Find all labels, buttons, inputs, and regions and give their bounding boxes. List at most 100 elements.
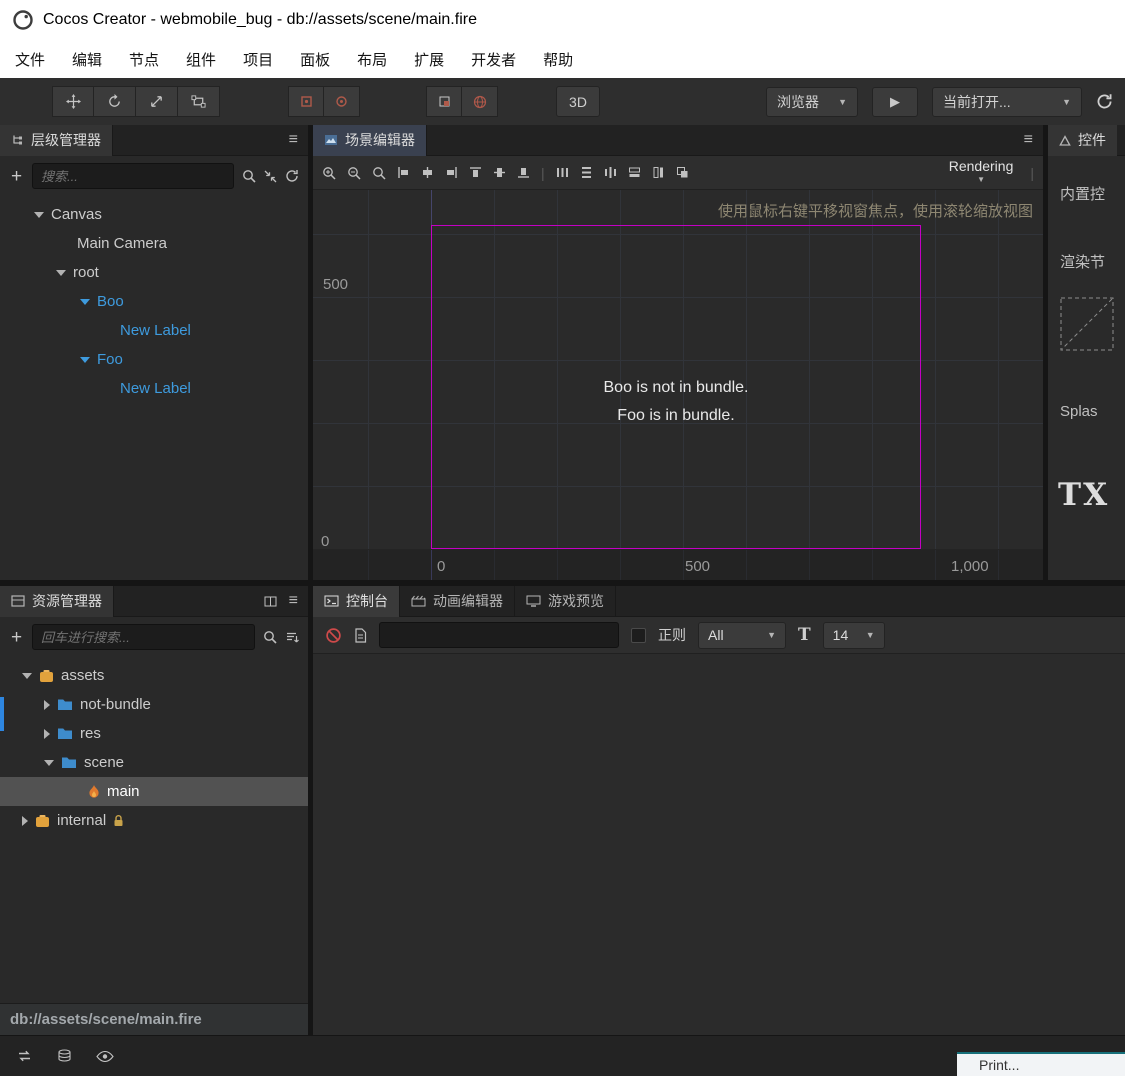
tree-node-new-label-1[interactable]: New Label — [0, 316, 308, 345]
log-level-dropdown[interactable]: All ▼ — [698, 621, 786, 649]
sprite-placeholder-icon[interactable] — [1060, 297, 1114, 351]
tab-widget-library[interactable]: 控件 — [1048, 125, 1117, 156]
align-right-icon[interactable] — [445, 166, 458, 179]
anchor-icon[interactable] — [324, 86, 360, 117]
caret-down-icon[interactable] — [44, 759, 54, 766]
caret-down-icon[interactable] — [56, 269, 66, 276]
assets-menu-icon[interactable]: ≡ — [289, 592, 298, 610]
assets-search-input[interactable] — [32, 624, 255, 650]
local-coord-icon[interactable] — [426, 86, 462, 117]
label-boo[interactable]: Boo is not in bundle. — [551, 374, 801, 402]
refresh-icon[interactable] — [1096, 93, 1113, 110]
menu-item-edit[interactable]: 编辑 — [72, 49, 102, 70]
add-asset-button[interactable]: + — [9, 628, 24, 647]
eye-icon[interactable] — [96, 1050, 114, 1062]
open-scene-dropdown[interactable]: 当前打开... ▼ — [932, 86, 1082, 117]
zoom-in-icon[interactable] — [322, 166, 336, 180]
asset-node-main-selected[interactable]: main — [0, 777, 308, 806]
caret-down-icon[interactable] — [80, 298, 90, 305]
menu-item-panel[interactable]: 面板 — [300, 49, 330, 70]
menu-item-developer[interactable]: 开发者 — [471, 49, 516, 70]
asset-node-not-bundle[interactable]: not-bundle — [0, 690, 308, 719]
caret-right-icon[interactable] — [44, 728, 50, 739]
clear-console-icon[interactable] — [325, 627, 342, 644]
tree-node-new-label-2[interactable]: New Label — [0, 374, 308, 403]
widget-group-builtin[interactable]: 内置控 — [1060, 183, 1105, 204]
world-coord-globe-icon[interactable] — [462, 86, 498, 117]
distribute-v-icon[interactable] — [580, 166, 593, 179]
equal-size-icon[interactable] — [676, 166, 689, 179]
caret-down-icon[interactable] — [22, 672, 32, 679]
open-log-file-icon[interactable] — [354, 627, 367, 643]
refresh-icon[interactable] — [285, 169, 299, 183]
tree-node-main-camera[interactable]: Main Camera — [0, 229, 308, 258]
equal-height-icon[interactable] — [652, 166, 665, 179]
asset-node-scene[interactable]: scene — [0, 748, 308, 777]
play-button[interactable]: ▶ — [872, 86, 918, 117]
font-size-dropdown[interactable]: 14 ▼ — [822, 621, 885, 649]
tab-game-preview[interactable]: 游戏预览 — [515, 585, 616, 617]
tree-node-canvas[interactable]: Canvas — [0, 200, 308, 229]
hierarchy-menu-icon[interactable]: ≡ — [289, 132, 298, 148]
hierarchy-search-input[interactable] — [32, 163, 234, 189]
menu-item-file[interactable]: 文件 — [15, 49, 45, 70]
menu-item-component[interactable]: 组件 — [186, 49, 216, 70]
menu-item-extension[interactable]: 扩展 — [414, 49, 444, 70]
equal-width-icon[interactable] — [628, 166, 641, 179]
menu-item-help[interactable]: 帮助 — [543, 49, 573, 70]
tree-node-foo[interactable]: Foo — [0, 345, 308, 374]
widget-text-preview[interactable]: TX — [1058, 477, 1109, 513]
distribute-h-icon[interactable] — [556, 166, 569, 179]
console-filter-input[interactable] — [379, 622, 619, 648]
collapse-all-icon[interactable] — [264, 170, 277, 183]
tab-animation-editor[interactable]: 动画编辑器 — [400, 585, 515, 617]
panes-icon[interactable] — [264, 596, 277, 607]
widget-group-render[interactable]: 渲染节 — [1060, 251, 1105, 272]
database-icon[interactable] — [57, 1049, 72, 1063]
asset-node-assets[interactable]: assets — [0, 661, 308, 690]
sync-icon[interactable] — [16, 1049, 33, 1063]
move-tool-button[interactable] — [52, 86, 94, 117]
distribute-center-icon[interactable] — [604, 166, 617, 179]
tree-node-boo[interactable]: Boo — [0, 287, 308, 316]
add-node-button[interactable]: + — [9, 167, 24, 186]
3d-mode-button[interactable]: 3D — [556, 86, 600, 117]
rotate-tool-button[interactable] — [94, 86, 136, 117]
search-icon[interactable] — [263, 630, 277, 644]
label-foo[interactable]: Foo is in bundle. — [551, 402, 801, 430]
menu-item-node[interactable]: 节点 — [129, 49, 159, 70]
asset-node-internal[interactable]: internal — [0, 806, 308, 835]
menu-item-layout[interactable]: 布局 — [357, 49, 387, 70]
caret-down-icon[interactable] — [80, 356, 90, 363]
align-left-icon[interactable] — [397, 166, 410, 179]
asset-node-res[interactable]: res — [0, 719, 308, 748]
zoom-reset-icon[interactable] — [372, 166, 386, 180]
align-vcenter-icon[interactable] — [493, 166, 506, 179]
caret-right-icon[interactable] — [22, 815, 28, 826]
rendering-dropdown[interactable]: Rendering ▼ — [949, 159, 1014, 186]
align-top-icon[interactable] — [469, 166, 482, 179]
tree-node-root[interactable]: root — [0, 258, 308, 287]
scale-tool-button[interactable] — [136, 86, 178, 117]
scene-canvas[interactable]: 使用鼠标右键平移视窗焦点，使用滚轮缩放视图 Boo is not in bund… — [313, 190, 1043, 580]
align-hcenter-icon[interactable] — [421, 166, 434, 179]
widget-splash-label[interactable]: Splas — [1060, 403, 1098, 420]
tab-console[interactable]: 控制台 — [313, 585, 400, 617]
scene-menu-icon[interactable]: ≡ — [1024, 132, 1033, 148]
pivot-icon[interactable] — [288, 86, 324, 117]
menu-item-project[interactable]: 项目 — [243, 49, 273, 70]
tab-assets[interactable]: 资源管理器 — [0, 585, 114, 617]
tab-hierarchy[interactable]: 层级管理器 — [0, 124, 113, 156]
sort-icon[interactable] — [285, 631, 299, 644]
regex-checkbox[interactable] — [631, 627, 646, 643]
tab-scene-editor[interactable]: 场景编辑器 — [313, 124, 427, 156]
align-bottom-icon[interactable] — [517, 166, 530, 179]
caret-down-icon[interactable] — [34, 211, 44, 218]
search-icon[interactable] — [242, 169, 256, 183]
zoom-out-icon[interactable] — [347, 166, 361, 180]
console-output[interactable] — [313, 654, 1125, 1035]
rect-tool-button[interactable] — [178, 86, 220, 117]
preview-target-dropdown[interactable]: 浏览器 ▼ — [766, 86, 858, 117]
scene-label-nodes[interactable]: Boo is not in bundle. Foo is in bundle. — [551, 374, 801, 430]
caret-right-icon[interactable] — [44, 699, 50, 710]
